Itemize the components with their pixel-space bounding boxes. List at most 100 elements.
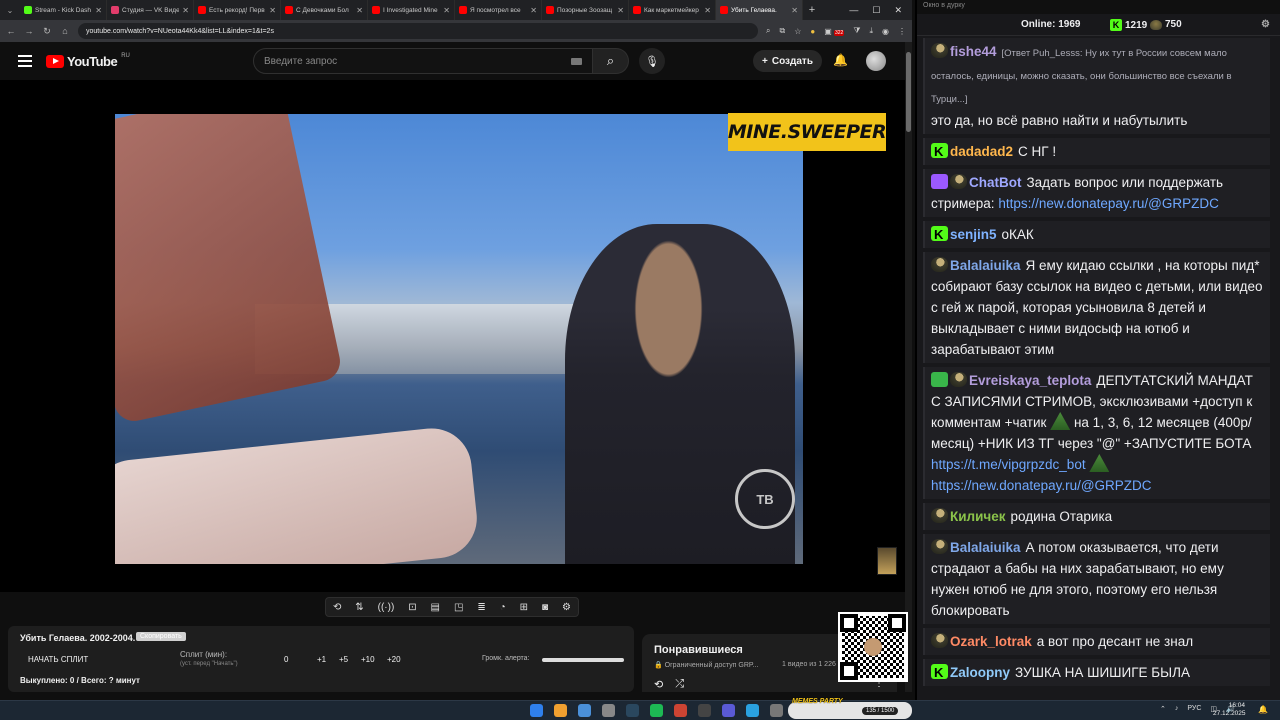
copy-button[interactable]: Скопировать bbox=[136, 632, 186, 641]
playlist-title[interactable]: Понравившиеся bbox=[654, 644, 743, 656]
screen-record-icon[interactable]: ⊡ bbox=[408, 602, 416, 613]
loop-icon[interactable]: ⟲ bbox=[333, 602, 341, 613]
speed-icon[interactable]: ◔ bbox=[500, 602, 506, 613]
split-step-0[interactable]: 0 bbox=[284, 655, 288, 664]
settings-app-icon[interactable] bbox=[602, 704, 615, 717]
new-tab-button[interactable]: + bbox=[803, 4, 821, 16]
side-thumbnail[interactable] bbox=[877, 547, 897, 575]
chat-username[interactable]: dadadad2 bbox=[950, 144, 1013, 159]
tab-close-icon[interactable]: ✕ bbox=[617, 6, 624, 15]
memes-party-widget[interactable]: MEMES PARTY 135 / 1500 bbox=[788, 698, 912, 719]
spotify-icon[interactable] bbox=[650, 704, 663, 717]
file-explorer-icon[interactable] bbox=[578, 704, 591, 717]
tab-close-icon[interactable]: ✕ bbox=[95, 6, 102, 15]
video-player[interactable]: ТВ bbox=[0, 80, 905, 592]
start-split-button[interactable]: НАЧАТЬ СПЛИТ bbox=[28, 655, 88, 664]
split-step-20[interactable]: +20 bbox=[387, 655, 401, 664]
notification-center-icon[interactable]: 🔔 bbox=[1258, 705, 1268, 714]
tab-search-icon[interactable]: ⌄ bbox=[0, 0, 20, 20]
chat-username[interactable]: Balalaiuika bbox=[950, 540, 1021, 555]
chat-username[interactable]: Ozark_lotrak bbox=[950, 634, 1032, 649]
browser-tab[interactable]: С Девочками Бол ✕ bbox=[281, 0, 368, 20]
browser-tab[interactable]: Есть рекорд! Перв ✕ bbox=[194, 0, 281, 20]
chat-messages[interactable]: fishe44 [Ответ Puh_Lesss: Ну их тут в Рос… bbox=[917, 38, 1280, 688]
browser-tab[interactable]: Позорные Зоозащ ✕ bbox=[542, 0, 629, 20]
chat-settings-icon[interactable]: ⚙ bbox=[1261, 19, 1270, 30]
sort-icon[interactable]: ⇅ bbox=[355, 602, 363, 613]
video-frame[interactable]: ТВ bbox=[115, 114, 803, 564]
picture-in-picture-icon[interactable]: ◳ bbox=[454, 602, 463, 613]
puzzle-icon[interactable]: ⧩ bbox=[853, 26, 860, 36]
url-field[interactable]: youtube.com/watch?v=NUeota44Kk4&list=LL&… bbox=[78, 23, 758, 39]
forward-icon[interactable]: → bbox=[24, 26, 34, 36]
chat-username[interactable]: ChatBot bbox=[969, 175, 1022, 190]
home-icon[interactable]: ⌂ bbox=[60, 26, 70, 36]
alert-volume-slider[interactable] bbox=[542, 658, 624, 662]
split-step-1[interactable]: +1 bbox=[317, 655, 326, 664]
tab-close-icon[interactable]: ✕ bbox=[443, 6, 450, 15]
avatar[interactable] bbox=[866, 51, 886, 71]
broadcast-icon[interactable]: ((·)) bbox=[378, 602, 395, 613]
chat-username[interactable]: fishe44 bbox=[950, 44, 997, 59]
clock[interactable]: 16:04 27.12.2025 bbox=[1213, 702, 1246, 718]
bookmark-star-icon[interactable]: ☆ bbox=[794, 27, 801, 36]
add-clip-icon[interactable]: ⊞ bbox=[520, 602, 528, 613]
browser-tab[interactable]: Stream - Kick Dash ✕ bbox=[20, 0, 107, 20]
split-step-10[interactable]: +10 bbox=[361, 655, 375, 664]
split-step-5[interactable]: +5 bbox=[339, 655, 348, 664]
hamburger-menu-icon[interactable] bbox=[18, 55, 32, 67]
page-scrollbar[interactable] bbox=[905, 42, 912, 692]
create-button[interactable]: + Создать bbox=[753, 50, 822, 72]
close-icon[interactable]: ✕ bbox=[894, 5, 902, 16]
browser-tab[interactable]: Студия — VK Видео ✕ bbox=[107, 0, 194, 20]
start-icon[interactable] bbox=[530, 704, 543, 717]
browser-tab[interactable]: I Investigated Mine ✕ bbox=[368, 0, 455, 20]
extension-dot-icon[interactable]: ● bbox=[810, 27, 815, 36]
chat-username[interactable]: Evreiskaya_teplota bbox=[969, 373, 1091, 388]
screenshot-icon[interactable]: ◙ bbox=[542, 602, 548, 613]
maximize-icon[interactable]: ☐ bbox=[872, 5, 880, 16]
app-icon[interactable] bbox=[674, 704, 687, 717]
search-input[interactable]: Введите запрос bbox=[253, 48, 593, 74]
extension-icon[interactable]: ▣ 322 bbox=[824, 27, 845, 36]
browser-tab[interactable]: Как маркетмейкер ✕ bbox=[629, 0, 716, 20]
notifications-bell-icon[interactable]: 🔔 bbox=[833, 53, 848, 67]
tray-chevron-icon[interactable]: ⌃ bbox=[1160, 705, 1166, 713]
page-scrollbar-thumb[interactable] bbox=[906, 52, 911, 132]
steam-icon[interactable] bbox=[626, 704, 639, 717]
browser-tab[interactable]: Я посмотрел все ✕ bbox=[455, 0, 542, 20]
keyboard-icon[interactable] bbox=[571, 57, 582, 65]
tab-close-icon[interactable]: ✕ bbox=[791, 6, 798, 15]
chat-username[interactable]: senjin5 bbox=[950, 227, 997, 242]
tab-close-icon[interactable]: ✕ bbox=[530, 6, 537, 15]
tab-close-icon[interactable]: ✕ bbox=[704, 6, 711, 15]
reload-icon[interactable]: ↻ bbox=[42, 26, 52, 37]
telegram-icon[interactable] bbox=[746, 704, 759, 717]
chrome-icon[interactable] bbox=[554, 704, 567, 717]
playlist-icon[interactable]: ≣ bbox=[477, 602, 485, 613]
chat-link[interactable]: https://t.me/vipgrpzdc_bot bbox=[931, 457, 1086, 472]
menu-dots-icon[interactable]: ⋮ bbox=[898, 27, 906, 36]
search-button[interactable]: ⌕ bbox=[593, 48, 629, 74]
settings-gear-icon[interactable]: ⚙ bbox=[562, 602, 571, 613]
minimize-icon[interactable]: — bbox=[849, 5, 858, 16]
shuffle-icon[interactable]: ⤮ bbox=[675, 678, 684, 691]
tab-close-icon[interactable]: ✕ bbox=[356, 6, 363, 15]
loop-playlist-icon[interactable]: ⟲ bbox=[654, 678, 663, 691]
profile-icon[interactable]: ◉ bbox=[882, 27, 889, 36]
voice-search-button[interactable]: 🎙 bbox=[639, 48, 665, 74]
chat-username[interactable]: Киличек bbox=[950, 509, 1006, 524]
download-icon[interactable]: ⤓ bbox=[869, 26, 873, 36]
language-indicator[interactable]: РУС bbox=[1187, 705, 1201, 713]
chat-link[interactable]: https://new.donatepay.ru/@GRPZDC bbox=[931, 478, 1152, 493]
youtube-logo[interactable]: YouTube RU bbox=[46, 53, 130, 69]
film-icon[interactable]: ▤ bbox=[431, 602, 440, 613]
obs-icon[interactable] bbox=[698, 704, 711, 717]
media-icon[interactable] bbox=[722, 704, 735, 717]
zoom-icon[interactable]: ⌕ bbox=[766, 26, 770, 36]
chat-link[interactable]: https://new.donatepay.ru/@GRPZDC bbox=[998, 196, 1219, 211]
back-icon[interactable]: ← bbox=[6, 26, 16, 36]
window-icon[interactable] bbox=[770, 704, 783, 717]
tab-close-icon[interactable]: ✕ bbox=[269, 6, 276, 15]
mic-tray-icon[interactable]: ♪ bbox=[1175, 705, 1179, 713]
